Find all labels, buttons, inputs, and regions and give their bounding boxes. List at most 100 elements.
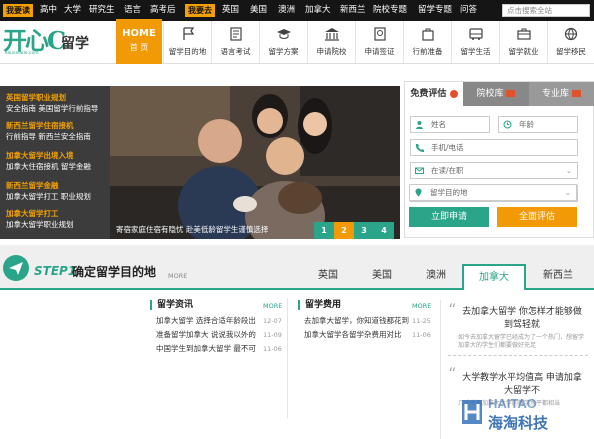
home-nav-button[interactable]: HOME 首 页: [116, 19, 162, 64]
nav-label: 留学目的地: [168, 47, 207, 56]
clock-icon: [503, 120, 512, 129]
apply-now-button[interactable]: 立即申请: [409, 207, 489, 227]
paper-plane-icon: [9, 262, 23, 275]
cost-item[interactable]: 去加拿大留学，你知道钱都花到: [304, 316, 409, 326]
tab-major-database[interactable]: 专业库: [529, 82, 594, 106]
slide-indicator-2[interactable]: 2: [334, 222, 354, 239]
left-menu-title[interactable]: 加拿大留学出境入境: [6, 150, 106, 161]
topnav-link-schools[interactable]: 院校专题: [373, 0, 407, 21]
person-icon: [416, 121, 423, 129]
topnav-link-newzealand[interactable]: 新西兰: [340, 0, 366, 21]
logo-text: 留学: [61, 36, 89, 52]
destination-select[interactable]: 留学目的地 ⌄: [409, 184, 577, 201]
age-input[interactable]: 年龄: [498, 116, 578, 133]
topnav-link-highschool[interactable]: 高中: [40, 0, 57, 21]
nav-immigration[interactable]: 留学移民: [547, 21, 594, 63]
slide-indicator-4[interactable]: 4: [374, 222, 394, 239]
qa-summary: 如今去加拿大留学已经成为了一个热门，想留学加拿大的学生们都要做好充足: [458, 334, 585, 349]
tab-label: 院校库: [476, 89, 504, 99]
left-menu-title[interactable]: 英国留学职业规划: [6, 92, 106, 103]
left-menu-title[interactable]: 加拿大留学打工: [6, 208, 106, 219]
left-menu-title[interactable]: 新西兰留学住宿接机: [6, 120, 106, 131]
news-more-link[interactable]: MORE: [263, 302, 282, 310]
svg-text:海淘科技: 海淘科技: [488, 414, 549, 432]
site-search-input[interactable]: 点击搜索全站: [502, 4, 590, 17]
top-nav-bar: 我要读 高中 大学 研究生 语言 高考后 我要去 英国 美国 澳洲 加拿大 新西…: [0, 0, 594, 21]
site-logo[interactable]: 开心C kaixinlaile.com 留学: [3, 28, 99, 58]
briefcase-icon: [516, 28, 531, 40]
nav-destination[interactable]: 留学目的地: [163, 21, 211, 63]
left-menu-item[interactable]: 英国留学职业规划 安全指南 美国留学行前指导: [6, 92, 106, 114]
column-divider: [287, 298, 288, 418]
country-tab-australia[interactable]: 澳洲: [404, 264, 468, 290]
search-placeholder: 点击搜索全站: [507, 6, 552, 15]
left-menu-sub[interactable]: 行前指导 新西兰安全指南: [6, 131, 106, 142]
hero-caption[interactable]: 寄宿家庭住宿有隐忧 赴美低龄留学生谨慎选择: [116, 224, 268, 235]
left-menu-item[interactable]: 加拿大留学出境入境 加拿大住宿接机 留学金融: [6, 150, 106, 172]
nav-label: 语言考试: [220, 47, 251, 56]
hot-badge-icon: [449, 89, 458, 98]
left-menu-sub[interactable]: 安全指南 美国留学行前指导: [6, 103, 106, 114]
topnav-link-australia[interactable]: 澳洲: [278, 0, 295, 21]
left-menu-sub[interactable]: 加拿大留学打工 职业规划: [6, 191, 106, 202]
left-menu-sub[interactable]: 加拿大住宿接机 留学金融: [6, 161, 106, 172]
left-menu-item[interactable]: 加拿大留学打工 加拿大留学职业规划: [6, 208, 106, 230]
nav-employment[interactable]: 留学就业: [499, 21, 547, 63]
hero-slideshow[interactable]: 寄宿家庭住宿有隐忧 赴美低龄留学生谨慎选择: [110, 86, 400, 239]
step-more-link[interactable]: MORE: [168, 272, 187, 280]
topnav-link-after-gaokao[interactable]: 高考后: [150, 0, 176, 21]
topnav-link-usa[interactable]: 美国: [250, 0, 267, 21]
phone-icon: [415, 144, 424, 152]
tab-school-database[interactable]: 院校库: [463, 82, 529, 106]
costs-more-link[interactable]: MORE: [412, 302, 431, 310]
qa-title[interactable]: 去加拿大留学 你怎样才能够做到驾轻就: [458, 306, 586, 332]
nav-language-test[interactable]: 语言考试: [211, 21, 259, 63]
cost-item[interactable]: 加拿大留学各留学杂费用对比: [304, 330, 402, 340]
nav-label: 申请院校: [316, 47, 347, 56]
country-tab-canada[interactable]: 加拿大: [462, 264, 526, 290]
left-menu-item[interactable]: 新西兰留学金融 加拿大留学打工 职业规划: [6, 180, 106, 202]
name-input[interactable]: 姓名: [410, 116, 490, 133]
new-badge-icon: [571, 90, 581, 97]
phone-placeholder: 手机/电话: [431, 143, 464, 152]
slide-indicator-1[interactable]: 1: [314, 222, 334, 239]
topnav-link-qa[interactable]: 问答: [460, 0, 477, 21]
topnav-link-canada[interactable]: 加拿大: [305, 0, 331, 21]
globe-icon: [564, 27, 578, 41]
chevron-down-icon: ⌄: [565, 166, 572, 175]
nav-label: 留学就业: [508, 47, 539, 56]
topnav-link-topics[interactable]: 留学专题: [418, 0, 452, 21]
tab-free-assessment[interactable]: 免费评估: [405, 82, 463, 106]
logo-domain: kaixinlaile.com: [5, 51, 39, 56]
news-item[interactable]: 中国学生到加拿大留学 最不可: [156, 344, 256, 354]
slide-indicator-3[interactable]: 3: [354, 222, 374, 239]
news-item[interactable]: 准备留学加拿大 说说我以外的: [156, 330, 256, 340]
status-select[interactable]: 在读/在职 ⌄: [410, 162, 578, 179]
home-label-en: HOME: [122, 28, 156, 39]
left-menu-sub[interactable]: 加拿大留学职业规划: [6, 219, 106, 230]
left-menu-item[interactable]: 新西兰留学住宿接机 行前指导 新西兰安全指南: [6, 120, 106, 142]
haitao-watermark-logo: HAITAO 海淘科技: [458, 388, 588, 436]
age-placeholder: 年龄: [519, 120, 534, 129]
news-date: 11-06: [263, 345, 282, 353]
topnav-link-language[interactable]: 语言: [124, 0, 141, 21]
country-tab-newzealand[interactable]: 新西兰: [526, 264, 590, 290]
phone-input[interactable]: 手机/电话: [410, 139, 578, 156]
svg-text:HAITAO: HAITAO: [488, 396, 537, 411]
status-placeholder: 在读/在职: [431, 166, 464, 175]
topnav-link-uk[interactable]: 英国: [222, 0, 239, 21]
nav-apply-school[interactable]: 申请院校: [307, 21, 355, 63]
nav-apply-visa[interactable]: 申请签证: [355, 21, 403, 63]
nav-study-plan[interactable]: 留学方案: [259, 21, 307, 63]
nav-student-life[interactable]: 留学生活: [451, 21, 499, 63]
news-item[interactable]: 加拿大留学 选择合适年龄段出: [156, 316, 256, 326]
costs-section-title: 留学费用: [298, 300, 341, 310]
main-header: 开心C kaixinlaile.com 留学 HOME 首 页 留学目的地 语言…: [0, 19, 594, 64]
topnav-link-graduate[interactable]: 研究生: [89, 0, 115, 21]
topnav-link-university[interactable]: 大学: [64, 0, 81, 21]
nav-preparation[interactable]: 行前准备: [403, 21, 451, 63]
cost-date: 11-25: [412, 317, 431, 325]
nav-label: 行前准备: [412, 47, 443, 56]
left-menu-title[interactable]: 新西兰留学金融: [6, 180, 106, 191]
full-assessment-button[interactable]: 全面评估: [497, 207, 577, 227]
